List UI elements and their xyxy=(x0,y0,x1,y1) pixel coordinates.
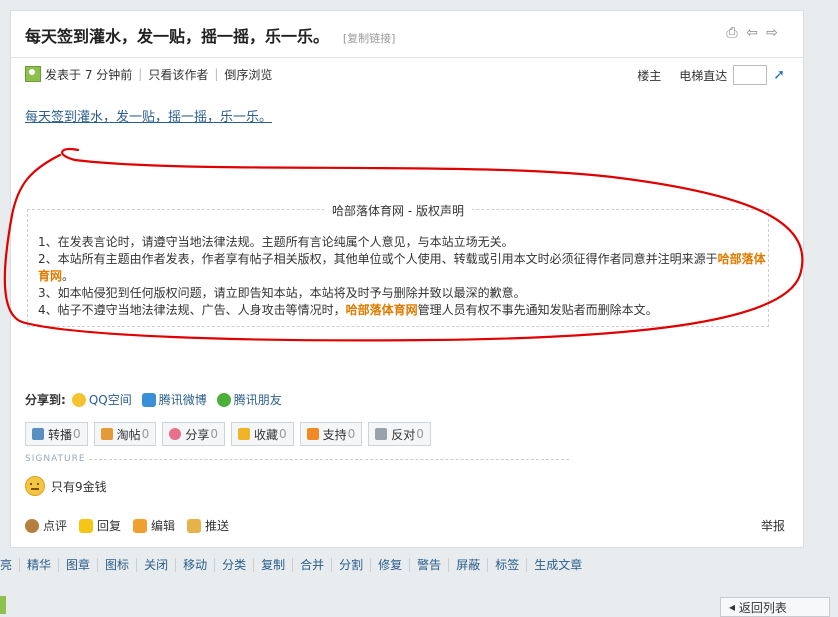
mod-action[interactable]: 亮 xyxy=(0,558,21,572)
copyright-title: 哈部落体育网 - 版权声明 xyxy=(28,202,768,219)
clover-icon xyxy=(216,392,231,407)
print-icon[interactable]: ⎙ xyxy=(725,25,739,41)
post-title-row: 每天签到灌水，发一贴，摇一摇，乐一乐。 [复制链接] ⎙ ⇦ ⇨ xyxy=(25,23,785,47)
clipboard-icon xyxy=(187,518,202,533)
mod-action-move[interactable]: 移动 xyxy=(176,558,216,572)
share-tencent-friends[interactable]: 腾讯朋友 xyxy=(216,391,282,408)
mod-action-category[interactable]: 分类 xyxy=(215,558,255,572)
reply-action[interactable]: 回复 xyxy=(79,517,121,534)
share-label: 分享到: xyxy=(25,393,66,407)
post-footer-actions: 点评 回复 编辑 推送 举报 xyxy=(25,517,785,534)
oppose-button[interactable]: 反对 0 xyxy=(368,422,431,446)
qzone-icon xyxy=(71,392,86,407)
signature-text: 只有9金钱 xyxy=(51,479,107,494)
collect-thread-button[interactable]: 淘帖 0 xyxy=(93,422,157,446)
copyright-lines: 1、在发表言论时，请遵守当地法律法规。主题所有言论纯属个人意见，与本站立场无关。… xyxy=(38,234,766,319)
push-action[interactable]: 推送 xyxy=(187,517,229,534)
mod-action-icon[interactable]: 图标 xyxy=(98,558,138,572)
prev-thread-icon[interactable]: ⇦ xyxy=(745,25,759,41)
post-panel: 每天签到灌水，发一贴，摇一摇，乐一乐。 [复制链接] ⎙ ⇦ ⇨ 发表于 7 分… xyxy=(10,10,804,548)
title-divider xyxy=(11,57,803,58)
weibo-icon xyxy=(141,392,156,407)
mod-action-block[interactable]: 屏蔽 xyxy=(449,558,489,572)
share-row: 分享到: QQ空间 腾讯微博 腾讯朋友 xyxy=(25,391,292,408)
mod-action-warn[interactable]: 警告 xyxy=(410,558,450,572)
moderation-bar: 亮 精华 图章 图标 关闭 移动 分类 复制 合并 分割 修复 警告 屏蔽 标签… xyxy=(0,558,589,572)
basket-icon xyxy=(100,428,113,440)
report-link[interactable]: 举报 xyxy=(761,517,785,534)
floor-owner-label: 楼主 xyxy=(637,68,662,83)
reverse-order-link[interactable]: 倒序浏览 xyxy=(224,66,272,83)
support-button[interactable]: 支持 0 xyxy=(299,422,363,446)
mod-action-stamp[interactable]: 图章 xyxy=(59,558,99,572)
forward-icon xyxy=(32,428,44,440)
heart-icon xyxy=(169,428,182,440)
meta-separator: | xyxy=(138,67,143,81)
mod-action-close[interactable]: 关闭 xyxy=(137,558,177,572)
copyright-line-1: 1、在发表言论时，请遵守当地法律法规。主题所有言论纯属个人意见，与本站立场无关。 xyxy=(38,235,514,249)
mod-action-repair[interactable]: 修复 xyxy=(371,558,411,572)
share-qzone[interactable]: QQ空间 xyxy=(71,391,132,408)
copyright-line-2: 2、本站所有主题由作者发表，作者享有帖子相关版权，其他单位或个人使用、转载或引用… xyxy=(38,252,766,283)
share-tencent-weibo[interactable]: 腾讯微博 xyxy=(141,391,207,408)
copy-link[interactable]: [复制链接] xyxy=(343,32,396,45)
next-thread-icon[interactable]: ⇨ xyxy=(765,25,779,41)
left-edge-tab[interactable] xyxy=(0,596,6,614)
copyright-line-4: 4、帖子不遵守当地法律法规、广告、人身攻击等情况时，哈部落体育网管理人员有权不事… xyxy=(38,303,658,317)
signature-label: SIGNATURE xyxy=(25,454,86,464)
smiley-icon xyxy=(25,476,45,496)
arrow-up-icon xyxy=(306,428,319,440)
back-arrow-icon: ◂ xyxy=(729,600,739,614)
signature-row: 只有9金钱 xyxy=(25,476,107,496)
elevator-label: 电梯直达 xyxy=(679,68,728,83)
signature-divider xyxy=(89,459,569,460)
coffee-icon xyxy=(25,518,39,533)
mod-action-merge[interactable]: 合并 xyxy=(293,558,333,572)
copyright-notice: 哈部落体育网 - 版权声明 1、在发表言论时，请遵守当地法律法规。主题所有言论纯… xyxy=(27,204,769,327)
meta-separator: | xyxy=(214,67,219,81)
back-to-list-button[interactable]: ◂ 返回列表 xyxy=(720,597,830,617)
comment-action[interactable]: 点评 xyxy=(25,517,67,534)
posted-time: 发表于 7 分钟前 xyxy=(45,67,133,82)
mod-action-split[interactable]: 分割 xyxy=(332,558,372,572)
forward-button[interactable]: 转播 0 xyxy=(25,422,88,446)
content-link[interactable]: 每天签到灌水，发一贴，摇一摇，乐一乐。 xyxy=(25,106,272,125)
post-title: 每天签到灌水，发一贴，摇一摇，乐一乐。 xyxy=(25,27,330,46)
action-buttons: 转播 0 淘帖 0 分享 0 收藏 0 支持 0 反对 0 xyxy=(25,422,431,446)
share-button[interactable]: 分享 0 xyxy=(162,422,225,446)
title-icons: ⎙ ⇦ ⇨ xyxy=(725,25,779,41)
mod-action-generate-article[interactable]: 生成文章 xyxy=(527,558,589,572)
copyright-line-3: 3、如本帖侵犯到任何版权问题，请立即告知本站，本站将及时予与删除并致以最深的歉意… xyxy=(38,286,526,300)
site-name-highlight[interactable]: 哈部落体育网 xyxy=(346,303,418,317)
online-user-icon xyxy=(25,66,41,82)
mod-action-digest[interactable]: 精华 xyxy=(20,558,60,572)
favorite-button[interactable]: 收藏 0 xyxy=(230,422,294,446)
edit-action[interactable]: 编辑 xyxy=(133,517,175,534)
arrow-down-icon xyxy=(375,428,388,440)
speech-bubble-icon xyxy=(79,518,94,533)
only-author-link[interactable]: 只看该作者 xyxy=(148,66,208,83)
floor-number-input[interactable] xyxy=(733,65,768,85)
meta-right: 楼主 电梯直达 ➚ xyxy=(637,65,785,85)
post-meta: 发表于 7 分钟前 | 只看该作者 | 倒序浏览 楼主 电梯直达 ➚ xyxy=(25,65,785,85)
star-icon xyxy=(237,428,250,440)
go-icon[interactable]: ➚ xyxy=(773,67,785,83)
pencil-icon xyxy=(133,518,148,533)
mod-action-tag[interactable]: 标签 xyxy=(488,558,528,572)
mod-action-copy[interactable]: 复制 xyxy=(254,558,294,572)
